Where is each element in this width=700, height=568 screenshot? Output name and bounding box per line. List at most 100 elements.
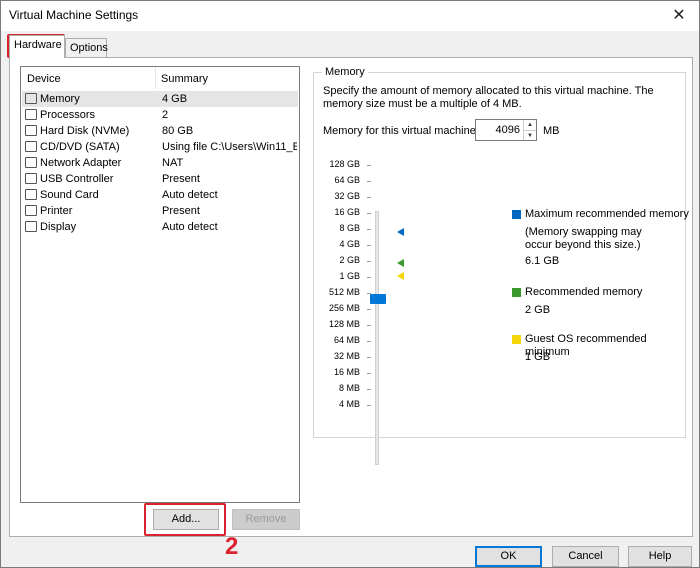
device-row-6[interactable]: USB Controller Present <box>22 171 298 187</box>
scale-tick <box>367 373 371 374</box>
scale-tick <box>367 245 371 246</box>
processor-icon <box>25 109 37 120</box>
device-row-4[interactable]: CD/DVD (SATA) Using file C:\Users\Win11_E… <box>22 139 298 155</box>
recommended-marker-icon <box>397 259 404 267</box>
device-summary: Auto detect <box>162 221 218 233</box>
max-recommended-title: Maximum recommended memory <box>525 208 689 220</box>
tab-options[interactable]: Options <box>65 38 108 57</box>
recommended-swatch <box>512 288 521 297</box>
device-summary: Using file C:\Users\Win11_E... <box>162 141 297 153</box>
tab-hardware[interactable]: Hardware <box>9 35 65 58</box>
scale-label: 1 GB <box>339 271 360 281</box>
spin-up-icon[interactable]: ▲ <box>523 120 536 130</box>
scale-label: 8 MB <box>338 383 360 393</box>
recommended-title: Recommended memory <box>525 286 643 298</box>
device-row-9[interactable]: Display Auto detect <box>22 219 298 235</box>
scale-label: 4 MB <box>338 399 360 409</box>
column-header-summary[interactable]: Summary <box>161 73 208 85</box>
hardware-panel: Device Summary Memory 4 GB Processors 2 Hard… <box>9 57 693 537</box>
hard-disk-icon <box>25 125 37 136</box>
sound-card-icon <box>25 189 37 200</box>
max-recommended-value: 6.1 GB <box>525 255 560 267</box>
scale-tick <box>367 405 371 406</box>
scale-tick <box>367 165 371 166</box>
device-row-2[interactable]: Processors 2 <box>22 107 298 123</box>
help-button[interactable]: Help <box>628 546 692 567</box>
device-name: Hard Disk (NVMe) <box>40 125 130 137</box>
max-recommended-note: (Memory swapping may occur beyond this s… <box>525 226 642 251</box>
device-summary: 80 GB <box>162 125 194 137</box>
usb-icon <box>25 173 37 184</box>
scale-tick <box>367 309 371 310</box>
device-summary: NAT <box>162 157 184 169</box>
scale-tick <box>367 325 371 326</box>
recommended-value: 2 GB <box>525 304 551 316</box>
memory-slider-track[interactable] <box>375 211 379 465</box>
scale-label: 512 MB <box>328 287 360 297</box>
close-icon[interactable]: ✕ <box>669 6 689 26</box>
device-name: Processors <box>40 109 96 121</box>
device-summary: Auto detect <box>162 189 218 201</box>
scale-label: 128 GB <box>329 159 360 169</box>
column-separator <box>155 67 156 89</box>
scale-label: 32 GB <box>334 191 360 201</box>
scale-tick <box>367 197 371 198</box>
highlight-add-button <box>144 503 226 536</box>
scale-tick <box>367 389 371 390</box>
device-row-5[interactable]: Network Adapter NAT <box>22 155 298 171</box>
remove-button[interactable]: Remove <box>232 509 300 530</box>
scale-tick <box>367 181 371 182</box>
scale-label: 256 MB <box>328 303 360 313</box>
memory-description: Specify the amount of memory allocated t… <box>323 85 654 110</box>
memory-slider-thumb[interactable] <box>370 294 386 304</box>
spin-down-icon[interactable]: ▼ <box>523 130 536 140</box>
device-list[interactable]: Device Summary Memory 4 GB Processors 2 Hard… <box>20 66 300 503</box>
device-row-3[interactable]: Hard Disk (NVMe) 80 GB <box>22 123 298 139</box>
memory-field-label: Memory for this virtual machine: <box>323 125 479 137</box>
device-row-1[interactable]: Memory 4 GB <box>22 91 298 107</box>
memory-group-title: Memory <box>322 66 368 78</box>
device-name: Sound Card <box>40 189 99 201</box>
scale-tick <box>367 261 371 262</box>
device-name: Network Adapter <box>40 157 122 169</box>
cd-dvd-icon <box>25 141 37 152</box>
scale-label: 8 GB <box>339 223 360 233</box>
column-header-device[interactable]: Device <box>27 73 61 85</box>
scale-label: 2 GB <box>339 255 360 265</box>
memory-value-input[interactable]: 4096 <box>496 124 520 136</box>
network-adapter-icon <box>25 157 37 168</box>
virtual-machine-settings-window: Virtual Machine Settings ✕ Hardware Opti… <box>0 0 700 568</box>
device-row-8[interactable]: Printer Present <box>22 203 298 219</box>
callout-number-2: 2 <box>225 533 239 560</box>
display-icon <box>25 221 37 232</box>
scale-label: 32 MB <box>333 351 360 361</box>
scale-tick <box>367 229 371 230</box>
device-row-7[interactable]: Sound Card Auto detect <box>22 187 298 203</box>
max-recommended-marker-icon <box>397 228 404 236</box>
memory-group: Memory Specify the amount of memory allo… <box>313 66 686 438</box>
scale-tick <box>367 341 371 342</box>
memory-unit-label: MB <box>543 125 560 137</box>
guest-minimum-marker-icon <box>397 272 404 280</box>
memory-spin-box[interactable]: 4096 ▲ ▼ <box>475 119 537 141</box>
scale-tick <box>367 213 371 214</box>
device-list-header: Device Summary <box>21 67 299 91</box>
guest-minimum-swatch <box>512 335 521 344</box>
device-name: Printer <box>40 205 73 217</box>
scale-label: 4 GB <box>339 239 360 249</box>
device-name: Memory <box>40 93 80 105</box>
device-name: CD/DVD (SATA) <box>40 141 120 153</box>
device-summary: Present <box>162 205 200 217</box>
scale-label: 64 GB <box>334 175 360 185</box>
device-name: USB Controller <box>40 173 114 185</box>
scale-tick <box>367 277 371 278</box>
device-name: Display <box>40 221 77 233</box>
scale-label: 16 MB <box>333 367 360 377</box>
memory-icon <box>25 93 37 104</box>
device-summary: 4 GB <box>162 93 188 105</box>
title-bar: Virtual Machine Settings ✕ <box>1 1 699 31</box>
scale-label: 16 GB <box>334 207 360 217</box>
scale-label: 64 MB <box>333 335 360 345</box>
cancel-button[interactable]: Cancel <box>552 546 619 567</box>
ok-button[interactable]: OK <box>475 546 542 567</box>
